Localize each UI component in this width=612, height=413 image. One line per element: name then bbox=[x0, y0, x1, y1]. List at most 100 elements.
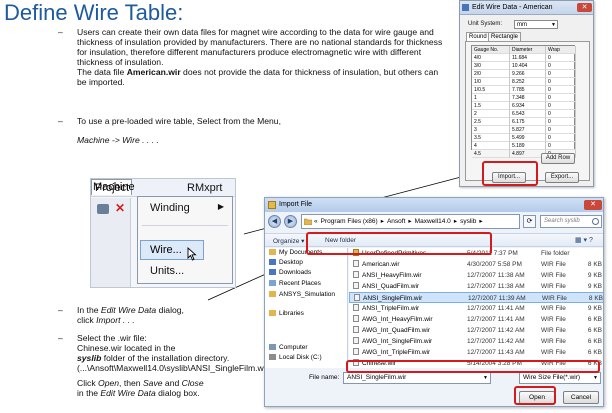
grid-cell[interactable]: 4.5 bbox=[472, 150, 510, 158]
grid-cell[interactable]: 9.266 bbox=[510, 70, 546, 78]
table-row[interactable]: 1/0 8.252 0 bbox=[472, 78, 576, 86]
breadcrumb-separator-icon[interactable]: ▸ bbox=[479, 218, 482, 225]
grid-cell[interactable]: 1.5 bbox=[472, 102, 510, 110]
breadcrumb-item[interactable]: Maxwell14.0 bbox=[415, 218, 451, 225]
grid-cell[interactable]: 0 bbox=[546, 70, 576, 78]
grid-cell[interactable]: 1/0 bbox=[472, 78, 510, 86]
new-folder-button[interactable]: New folder bbox=[325, 237, 356, 244]
grid-cell[interactable]: 2/0 bbox=[472, 70, 510, 78]
grid-cell[interactable]: 4 bbox=[472, 142, 510, 150]
nav-item[interactable]: Recent Places bbox=[269, 280, 321, 287]
file-row[interactable]: AWG_Int_SingleFilm.wir 12/7/2007 11:42 AM… bbox=[349, 336, 603, 347]
grid-cell[interactable]: 1 bbox=[472, 94, 510, 102]
tab-round[interactable]: Round bbox=[466, 32, 490, 41]
breadcrumb-item[interactable]: Program Files (x86) bbox=[321, 218, 378, 225]
table-row[interactable]: 3.5 5.499 0 bbox=[472, 134, 576, 142]
breadcrumb-item[interactable]: Ansoft bbox=[387, 218, 405, 225]
nav-item[interactable]: My Documents bbox=[269, 249, 322, 256]
nav-item[interactable]: Libraries bbox=[269, 310, 304, 317]
file-type-select[interactable]: Wire Size File(*.wir) ▼ bbox=[519, 372, 601, 384]
unit-system-select[interactable]: mm ▼ bbox=[514, 20, 558, 29]
table-row[interactable]: 3 5.827 0 bbox=[472, 126, 576, 134]
tab-rectangle[interactable]: Rectangle bbox=[488, 32, 522, 41]
grid-cell[interactable]: 6.175 bbox=[510, 118, 546, 126]
menu-rmxprt[interactable]: RMxprt bbox=[187, 182, 222, 194]
breadcrumb-item[interactable]: syslib bbox=[460, 218, 476, 225]
table-row[interactable]: 3/0 10.404 0 bbox=[472, 62, 576, 70]
address-bar[interactable]: «Program Files (x86) ▸ Ansoft ▸ Maxwell14.0 ▸… bbox=[301, 214, 520, 229]
search-input[interactable]: Search syslib bbox=[540, 215, 602, 228]
view-options-icon[interactable]: ▦ ▾ ? bbox=[575, 236, 599, 246]
grid-cell[interactable]: 0 bbox=[546, 134, 576, 142]
add-row-button[interactable]: Add Row bbox=[541, 153, 575, 164]
delete-icon[interactable]: ✕ bbox=[115, 201, 125, 215]
grid-cell[interactable]: 0 bbox=[546, 62, 576, 70]
grid-cell[interactable]: 5.827 bbox=[510, 126, 546, 134]
file-name-input[interactable]: ANSI_SingleFilm.wir ▼ bbox=[343, 372, 491, 384]
table-row[interactable]: 4 5.189 0 bbox=[472, 142, 576, 150]
file-row[interactable]: Chinese.wir 5/14/2004 3:28 PM WIR File 6 KB bbox=[349, 358, 603, 368]
table-row[interactable]: 2.5 6.175 0 bbox=[472, 118, 576, 126]
grid-cell[interactable]: 0 bbox=[546, 78, 576, 86]
organize-button[interactable]: Organize ▾ bbox=[273, 237, 304, 245]
nav-item[interactable]: Computer bbox=[269, 344, 308, 351]
export-button[interactable]: Export... bbox=[545, 172, 579, 183]
grid-cell[interactable]: 0 bbox=[546, 142, 576, 150]
grid-cell[interactable]: 10.404 bbox=[510, 62, 546, 70]
grid-cell[interactable]: 5.189 bbox=[510, 142, 546, 150]
import-button[interactable]: Import... bbox=[492, 172, 526, 183]
table-row[interactable]: 2 6.543 0 bbox=[472, 110, 576, 118]
menu-machine[interactable]: Machine bbox=[91, 179, 135, 195]
grid-cell[interactable]: 7.785 bbox=[510, 86, 546, 94]
grid-cell[interactable]: 2.5 bbox=[472, 118, 510, 126]
grid-cell[interactable]: 11.684 bbox=[510, 54, 546, 62]
grid-cell[interactable]: 3.5 bbox=[472, 134, 510, 142]
grid-cell[interactable]: 8.252 bbox=[510, 78, 546, 86]
grid-cell[interactable]: 2 bbox=[472, 110, 510, 118]
file-row[interactable]: UserDefinedPrimitives 5/4/2011 7:37 PM Fil… bbox=[349, 248, 603, 259]
table-row[interactable]: 4/0 11.684 0 bbox=[472, 54, 576, 62]
grid-cell[interactable]: 7.348 bbox=[510, 94, 546, 102]
grid-cell[interactable]: 0 bbox=[546, 86, 576, 94]
cancel-button[interactable]: Cancel bbox=[563, 391, 599, 404]
breadcrumb-separator-icon[interactable]: ▸ bbox=[454, 218, 457, 225]
nav-item[interactable]: ANSYS_Simulation bbox=[269, 291, 335, 298]
back-arrow-icon[interactable]: ◀ bbox=[268, 215, 281, 228]
grid-cell[interactable]: 4/0 bbox=[472, 54, 510, 62]
file-row[interactable]: American.wir 4/30/2007 5:58 PM WIR File 8 K… bbox=[349, 259, 603, 270]
grid-cell[interactable]: 0 bbox=[546, 102, 576, 110]
grid-cell[interactable]: 0 bbox=[546, 126, 576, 134]
file-row[interactable]: ANSI_SingleFilm.wir 12/7/2007 11:39 AM WIR… bbox=[349, 292, 603, 303]
breadcrumb-separator-icon[interactable]: ▸ bbox=[408, 218, 411, 225]
menu-item-wire[interactable]: Wire... bbox=[140, 240, 204, 261]
grid-cell[interactable]: 3/0 bbox=[472, 62, 510, 70]
close-icon[interactable]: ✕ bbox=[577, 3, 592, 12]
grid-cell[interactable]: 3 bbox=[472, 126, 510, 134]
open-button[interactable]: Open bbox=[519, 391, 555, 404]
grid-cell[interactable]: 0 bbox=[546, 118, 576, 126]
file-row[interactable]: ANSI_HeavyFilm.wir 12/7/2007 11:38 AM WIR … bbox=[349, 270, 603, 281]
grid-cell[interactable]: 0 bbox=[546, 94, 576, 102]
printer-icon[interactable] bbox=[97, 204, 109, 214]
file-row[interactable]: AWG_Int_HeavyFilm.wir 12/7/2007 11:41 AM W… bbox=[349, 314, 603, 325]
grid-cell[interactable]: 6.543 bbox=[510, 110, 546, 118]
grid-cell[interactable]: 6.934 bbox=[510, 102, 546, 110]
grid-cell[interactable]: 5.499 bbox=[510, 134, 546, 142]
table-row[interactable]: 1 7.348 0 bbox=[472, 94, 576, 102]
file-row[interactable]: AWG_Int_QuadFilm.wir 12/7/2007 11:42 AM WI… bbox=[349, 325, 603, 336]
refresh-icon[interactable]: ⟳ bbox=[523, 215, 536, 228]
menu-item-units[interactable]: Units... bbox=[150, 265, 184, 277]
file-row[interactable]: ANSI_TripleFilm.wir 12/7/2007 11:41 AM WIR… bbox=[349, 303, 603, 314]
table-row[interactable]: 1/0.5 7.785 0 bbox=[472, 86, 576, 94]
table-row[interactable]: 2/0 9.266 0 bbox=[472, 70, 576, 78]
close-icon[interactable]: ✕ bbox=[584, 200, 602, 210]
file-row[interactable]: ANSI_QuadFilm.wir 12/7/2007 11:38 AM WIR F… bbox=[349, 281, 603, 292]
wire-data-grid[interactable]: Gauge No. Diameter Wrap 4/0 11.684 0 3/0 10.404… bbox=[471, 45, 576, 158]
forward-arrow-icon[interactable]: ▶ bbox=[284, 215, 297, 228]
menu-item-winding[interactable]: Winding ▶ bbox=[150, 202, 230, 214]
table-row[interactable]: 1.5 6.934 0 bbox=[472, 102, 576, 110]
nav-item[interactable]: Downloads bbox=[269, 269, 311, 276]
grid-cell[interactable]: 1/0.5 bbox=[472, 86, 510, 94]
breadcrumb-separator-icon[interactable]: « bbox=[314, 218, 318, 225]
nav-item[interactable]: Desktop bbox=[269, 259, 303, 266]
